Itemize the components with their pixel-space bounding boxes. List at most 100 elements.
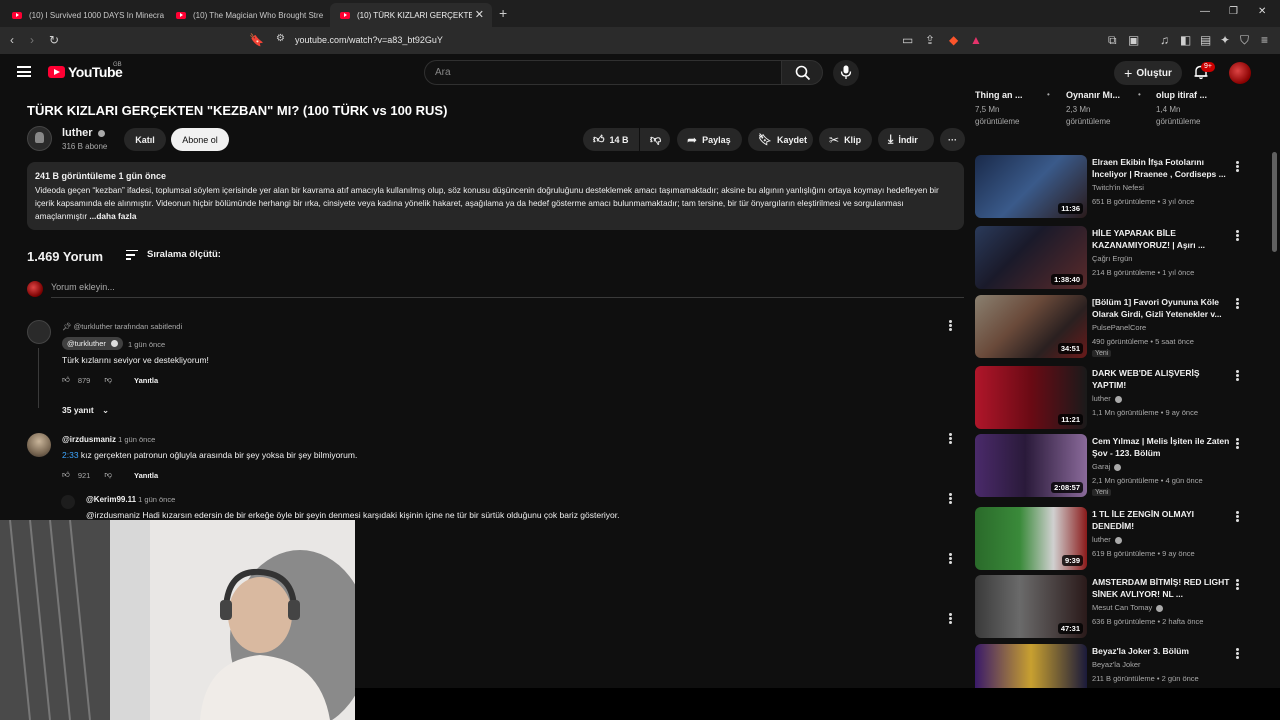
rec-channel[interactable]: luther bbox=[1092, 394, 1122, 403]
channel-avatar[interactable] bbox=[27, 126, 52, 151]
download-button[interactable]: ⤓ İndir bbox=[878, 128, 934, 151]
close-tab-icon[interactable]: ✕ bbox=[475, 8, 484, 21]
clip-button[interactable]: ✂ Klip bbox=[819, 128, 872, 151]
recommended-video[interactable]: 11:36 Elraen Ekibin İfşa Fotolarını İnce… bbox=[975, 155, 1237, 219]
video-thumbnail[interactable]: 11:21 bbox=[975, 366, 1087, 429]
thumbs-down-icon[interactable]: 👎︎ bbox=[104, 375, 112, 385]
replies-toggle[interactable]: 35 yanıt ⌄ bbox=[62, 405, 109, 416]
comment-menu-icon[interactable] bbox=[949, 433, 952, 444]
video-thumbnail[interactable] bbox=[975, 644, 1087, 688]
scrollbar-thumb[interactable] bbox=[1272, 152, 1277, 252]
rec-channel[interactable]: Garaj bbox=[1092, 462, 1122, 471]
recommended-card-partial[interactable]: Oynanır Mı... 2,3 Mn görüntüleme • bbox=[1066, 90, 1166, 128]
account-avatar[interactable] bbox=[1229, 62, 1251, 84]
minimize-icon[interactable]: — bbox=[1200, 6, 1210, 17]
menu-icon[interactable]: ≡ bbox=[1261, 33, 1268, 47]
like-button[interactable]: 👍︎ 14 B bbox=[583, 128, 639, 151]
comment-menu-icon[interactable] bbox=[949, 613, 952, 624]
voice-search-button[interactable] bbox=[833, 60, 859, 86]
recommended-video[interactable]: 11:21 DARK WEB'DE ALIŞVERİŞ YAPTIM! luth… bbox=[975, 366, 1237, 430]
vpn-icon[interactable]: ⛉ bbox=[1240, 33, 1249, 48]
recommended-video[interactable]: 9:39 1 TL İLE ZENGİN OLMAYI DENEDİM! lut… bbox=[975, 507, 1237, 571]
comment-menu-icon[interactable] bbox=[949, 553, 952, 564]
dislike-button[interactable]: 👎︎ bbox=[640, 128, 670, 151]
video-thumbnail[interactable]: 11:36 bbox=[975, 155, 1087, 218]
bookmark-icon[interactable]: 🔖 bbox=[249, 33, 264, 47]
recommended-card-partial[interactable]: olup itiraf ... 1,4 Mn görüntüleme bbox=[1156, 90, 1256, 128]
media-icon[interactable]: ♫ bbox=[1160, 33, 1169, 47]
rec-channel[interactable]: Beyaz'la Joker bbox=[1092, 660, 1141, 669]
reply-button[interactable]: Yanıtla bbox=[134, 471, 158, 480]
reply-author[interactable]: @Kerim99.11 bbox=[86, 495, 136, 504]
recommended-video[interactable]: Beyaz'la Joker 3. Bölüm Beyaz'la Joker 2… bbox=[975, 644, 1237, 688]
rec-channel[interactable]: luther bbox=[1092, 535, 1122, 544]
thumbs-up-icon[interactable]: 👍︎ bbox=[62, 470, 70, 480]
back-icon[interactable]: ‹ bbox=[10, 33, 14, 47]
thumbs-down-icon[interactable]: 👎︎ bbox=[104, 470, 112, 480]
brave-shield-icon[interactable]: ◆ bbox=[949, 33, 958, 47]
comment-menu-icon[interactable] bbox=[949, 320, 952, 331]
sort-icon[interactable] bbox=[126, 250, 138, 260]
timestamp-link[interactable]: 2:33 bbox=[62, 450, 79, 460]
screen-icon[interactable]: ▭ bbox=[902, 33, 913, 47]
new-tab-button[interactable]: + bbox=[499, 5, 507, 21]
youtube-logo-icon[interactable] bbox=[48, 66, 65, 78]
video-thumbnail[interactable]: 34:51 bbox=[975, 295, 1087, 358]
recommended-video[interactable]: 1:38:40 HİLE YAPARAK BİLE KAZANAMIYORUZ!… bbox=[975, 226, 1237, 290]
sort-button[interactable]: Sıralama ölçütü: bbox=[147, 249, 221, 260]
site-info-icon[interactable]: ⚙ bbox=[276, 33, 285, 44]
recommended-video[interactable]: 2:08:57 Cem Yılmaz | Melis İşiten ile Za… bbox=[975, 434, 1237, 498]
hamburger-menu-icon[interactable] bbox=[17, 66, 31, 77]
browser-tab-active[interactable]: (10) TÜRK KIZLARI GERÇEKTEN " ✕ bbox=[330, 3, 492, 27]
rec-menu-icon[interactable] bbox=[1236, 438, 1239, 449]
recommended-card-partial[interactable]: Thing an ... 7,5 Mn görüntüleme • bbox=[975, 90, 1075, 128]
video-thumbnail[interactable]: 47:31 bbox=[975, 575, 1087, 638]
share-button[interactable]: ➦ Paylaş bbox=[677, 128, 742, 151]
comment-avatar[interactable] bbox=[27, 320, 51, 344]
show-more-link[interactable]: ...daha fazla bbox=[89, 211, 136, 221]
create-button[interactable]: + Oluştur bbox=[1114, 61, 1182, 85]
recommended-video[interactable]: 47:31 AMSTERDAM BİTMİŞ! RED LIGHT SİNEK … bbox=[975, 575, 1237, 639]
video-thumbnail[interactable]: 9:39 bbox=[975, 507, 1087, 570]
owner-author-chip[interactable]: @turkluther bbox=[62, 337, 123, 350]
address-bar[interactable]: youtube.com/watch?v=a83_bt92GuY bbox=[295, 35, 443, 45]
reply-button[interactable]: Yanıtla bbox=[134, 376, 158, 385]
search-button[interactable] bbox=[781, 60, 823, 85]
extensions-icon[interactable]: ⧉ bbox=[1108, 33, 1117, 48]
comment-author[interactable]: @irzdusmaniz bbox=[62, 435, 116, 444]
subscribe-button[interactable]: Abone ol bbox=[171, 128, 229, 151]
leo-icon[interactable]: ✦ bbox=[1220, 33, 1230, 47]
rec-channel[interactable]: Twitch'in Nefesi bbox=[1092, 183, 1144, 192]
video-thumbnail[interactable]: 2:08:57 bbox=[975, 434, 1087, 497]
browser-tab[interactable]: (10) The Magician Who Brought Stre bbox=[166, 3, 328, 27]
rec-menu-icon[interactable] bbox=[1236, 370, 1239, 381]
tab-search-icon[interactable]: ▣ bbox=[1128, 33, 1139, 47]
wallet-icon[interactable]: ▤ bbox=[1200, 33, 1211, 47]
reload-icon[interactable]: ↻ bbox=[49, 33, 59, 47]
rec-menu-icon[interactable] bbox=[1236, 511, 1239, 522]
rec-menu-icon[interactable] bbox=[1236, 161, 1239, 172]
rec-channel[interactable]: PulsePanelCore bbox=[1092, 323, 1146, 332]
rec-channel[interactable]: Çağrı Ergün bbox=[1092, 254, 1132, 263]
video-thumbnail[interactable]: 1:38:40 bbox=[975, 226, 1087, 289]
channel-name[interactable]: luther bbox=[62, 127, 105, 139]
rec-menu-icon[interactable] bbox=[1236, 298, 1239, 309]
comment-menu-icon[interactable] bbox=[949, 493, 952, 504]
rec-menu-icon[interactable] bbox=[1236, 648, 1239, 659]
rec-channel[interactable]: Mesut Can Tomay bbox=[1092, 603, 1164, 612]
recommended-video[interactable]: 34:51 [Bölüm 1] Favori Oyununa Köle Olar… bbox=[975, 295, 1237, 359]
search-input[interactable]: Ara bbox=[424, 60, 782, 85]
rewards-icon[interactable]: ▲ bbox=[970, 33, 982, 47]
rec-menu-icon[interactable] bbox=[1236, 230, 1239, 241]
rec-menu-icon[interactable] bbox=[1236, 579, 1239, 590]
more-actions-button[interactable]: ··· bbox=[940, 128, 965, 151]
sidebar-icon[interactable]: ◧ bbox=[1180, 33, 1191, 47]
close-window-icon[interactable]: ✕ bbox=[1258, 6, 1266, 17]
thumbs-up-icon[interactable]: 👍︎ bbox=[62, 375, 70, 385]
browser-tab[interactable]: (10) I Survived 1000 DAYS In Minecra bbox=[2, 3, 164, 27]
comment-avatar[interactable] bbox=[27, 433, 51, 457]
maximize-icon[interactable]: ❐ bbox=[1229, 6, 1238, 17]
share-icon[interactable]: ⇪ bbox=[925, 33, 935, 47]
forward-icon[interactable]: › bbox=[30, 33, 34, 47]
add-comment-input[interactable]: Yorum ekleyin... bbox=[51, 282, 115, 292]
